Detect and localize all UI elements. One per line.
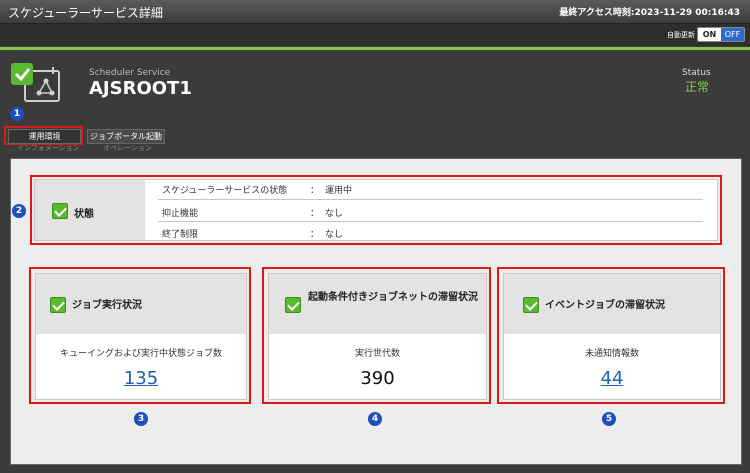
last-access-time: 最終アクセス時刻:2023-11-29 00:16:43 xyxy=(559,8,740,18)
callout-marker: 5 xyxy=(602,412,616,426)
tab-job-portal-launch[interactable]: ジョブポータル起動 xyxy=(87,129,165,144)
toggle-on-option[interactable]: ON xyxy=(698,28,721,41)
toggle-off-option[interactable]: OFF xyxy=(721,28,744,41)
toolbar xyxy=(0,24,750,46)
auto-refresh-label: 自動更新 xyxy=(667,31,695,39)
auto-refresh-toggle[interactable]: ON OFF xyxy=(697,27,745,42)
tab-operation-environment[interactable]: 運用環境 xyxy=(8,129,81,144)
callout-marker: 2 xyxy=(12,204,26,218)
card-highlight xyxy=(29,267,251,404)
callout-marker: 3 xyxy=(134,412,148,426)
callout-marker: 4 xyxy=(368,412,382,426)
card-highlight xyxy=(262,267,491,404)
scheduler-service-icon xyxy=(11,63,63,103)
window-title: スケジューラーサービス詳細 xyxy=(8,6,163,20)
service-name: AJSROOT1 xyxy=(89,78,192,99)
status-label: Status xyxy=(682,68,711,78)
callout-marker: 1 xyxy=(10,107,24,121)
card-highlight xyxy=(497,267,725,404)
service-type: Scheduler Service xyxy=(89,68,171,78)
state-panel-highlight xyxy=(30,175,722,245)
tab-operation-environment-sub: インフォメーション xyxy=(17,144,80,152)
status-value: 正常 xyxy=(685,80,710,94)
tab-job-portal-launch-sub: オペレーション xyxy=(103,144,152,152)
